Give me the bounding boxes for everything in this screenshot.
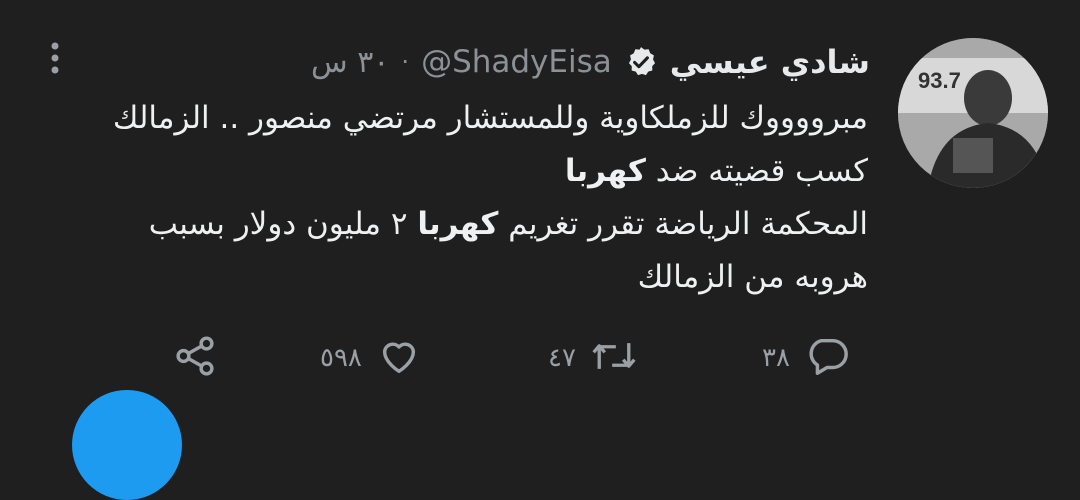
more-vertical-icon[interactable] [40, 40, 70, 80]
mention-kahraba-2[interactable]: كهربا [417, 206, 498, 242]
reply-count: ٣٨ [762, 343, 790, 373]
mention-kahraba[interactable]: كهربا [565, 153, 646, 189]
like-icon [376, 333, 422, 383]
handle[interactable]: @ShadyEisa [421, 44, 612, 80]
tweet-line-2-text: كسب قضيته ضد [645, 153, 868, 189]
like-count: ٥٩٨ [320, 343, 362, 373]
tweet-header: شادي عيسي @ShadyEisa · ٣٠ س [311, 34, 870, 90]
share-icon [172, 333, 218, 383]
reply-icon [804, 333, 850, 383]
verified-badge-icon [624, 45, 658, 79]
tweet-line-3: المحكمة الرياضة تقرر تغريم كهربا ٢ مليون… [38, 198, 868, 251]
avatar[interactable]: 93.7 [898, 38, 1048, 188]
retweet-button[interactable]: ٤٧ [548, 333, 638, 383]
like-button[interactable]: ٥٩٨ [320, 333, 422, 383]
tweet-line-1: مبرووووك للزملكاوية وللمستشار مرتضي منصو… [112, 100, 868, 136]
tweet-line-3-text: المحكمة الرياضة تقرر تغريم [498, 206, 868, 242]
tweet-line-3-tail: ٢ مليون دولار بسبب [148, 206, 418, 242]
tweet-card[interactable]: 93.7 شادي عيسي @ShadyEisa · ٣٠ س مبروووو… [0, 0, 1080, 500]
timestamp[interactable]: ٣٠ س [311, 45, 389, 80]
tweet-line-4: هروبه من الزمالك [637, 259, 868, 295]
tweet-text: مبرووووك للزملكاوية وللمستشار مرتضي منصو… [38, 92, 868, 304]
share-button[interactable] [172, 333, 218, 383]
separator: · [401, 48, 410, 76]
retweet-icon [590, 333, 638, 383]
reply-button[interactable]: ٣٨ [762, 333, 850, 383]
avatar-logo-text: 93.7 [918, 68, 961, 93]
tweet-line-2: كسب قضيته ضد كهربا [38, 145, 868, 198]
retweet-count: ٤٧ [548, 343, 576, 373]
display-name[interactable]: شادي عيسي [670, 43, 870, 81]
compose-button[interactable] [72, 390, 182, 500]
